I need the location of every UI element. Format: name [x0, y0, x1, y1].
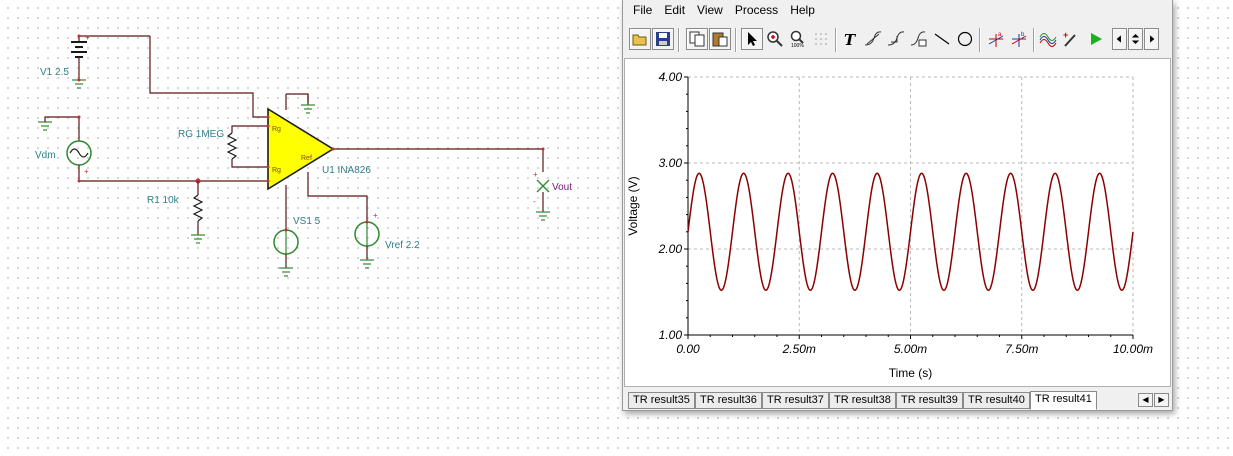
svg-text:+: +: [373, 211, 378, 220]
y-tick-label: 4.00: [659, 70, 683, 84]
slope-icon[interactable]: [885, 28, 907, 50]
y-tick-label: 3.00: [659, 156, 683, 170]
text-icon[interactable]: T: [839, 28, 861, 50]
toolbar: 100% T a b +: [623, 24, 1172, 56]
menu-file[interactable]: File: [627, 0, 658, 20]
svg-text:100%: 100%: [791, 43, 804, 48]
ground-symbol: [38, 121, 52, 131]
svg-text:+: +: [84, 167, 89, 176]
schematic-canvas[interactable]: + V1 2.5 + Vdm RG 1MEG R1 10k Rg Rg Ref …: [0, 0, 620, 456]
menu-process[interactable]: Process: [729, 0, 784, 20]
plot-area[interactable]: 0.00 2.50m 5.00m 7.50m 10.00m 1.00 2.00 3.00 4.0…: [624, 58, 1171, 387]
menu-view[interactable]: View: [691, 0, 729, 20]
analysis-window: File Edit View Process Help 100% T a b +: [622, 0, 1173, 411]
y-axis-title: Voltage (V): [626, 176, 640, 235]
run-icon[interactable]: [1085, 28, 1107, 50]
select-arrow-icon[interactable]: [741, 28, 763, 50]
svg-text:T: T: [844, 31, 857, 48]
x-tick-label: 5.00m: [894, 342, 927, 356]
tab-left-icon[interactable]: [1112, 28, 1127, 50]
ground-symbol: [360, 259, 374, 269]
x-tick-label: 10.00m: [1113, 342, 1153, 356]
tab-right-icon[interactable]: [1144, 28, 1159, 50]
y-tick-label: 1.00: [659, 328, 683, 342]
vref-label: Vref 2.2: [385, 240, 420, 251]
y-tick-label: 2.00: [658, 242, 683, 256]
tabs-scroll-right-icon[interactable]: ▶: [1154, 393, 1169, 407]
ground-symbol: [536, 211, 550, 221]
probe-icon[interactable]: +: [1060, 28, 1082, 50]
updown-icon[interactable]: [1128, 28, 1143, 50]
voltage-time-chart[interactable]: 0.00 2.50m 5.00m 7.50m 10.00m 1.00 2.00 3.00 4.0…: [625, 59, 1170, 386]
vdm-label: Vdm: [35, 150, 56, 161]
v1-label: V1 2.5: [40, 67, 69, 78]
result-tabs: TR result35 TR result36 TR result37 TR r…: [625, 390, 1170, 410]
u1-label: U1 INA826: [322, 165, 371, 176]
tab-tr-result41[interactable]: TR result41: [1030, 391, 1097, 410]
tab-tr-result37[interactable]: TR result37: [762, 392, 829, 409]
vs1-label: VS1 5: [293, 216, 321, 227]
x-tick-label: 0.00: [676, 342, 700, 356]
axes: 0.00 2.50m 5.00m 7.50m 10.00m 1.00 2.00 3.00 4.0…: [658, 70, 1153, 356]
equation-icon[interactable]: [908, 28, 930, 50]
tangent-icon[interactable]: [862, 28, 884, 50]
copy-icon[interactable]: [686, 28, 708, 50]
series-line-vout: [687, 172, 1134, 292]
svg-text:-: -: [533, 197, 536, 206]
ground-symbol: [279, 267, 293, 277]
zoom-100-icon[interactable]: 100%: [787, 28, 809, 50]
ground-symbol: [301, 104, 315, 114]
save-icon[interactable]: [652, 28, 674, 50]
vout-label: Vout: [552, 182, 572, 193]
tab-tr-result35[interactable]: TR result35: [628, 392, 695, 409]
rg-resistor[interactable]: [226, 125, 268, 168]
menu-bar: File Edit View Process Help: [623, 0, 1172, 20]
ground-symbol: [191, 234, 205, 244]
tab-tr-result36[interactable]: TR result36: [695, 392, 762, 409]
cursor-b-icon[interactable]: b: [1008, 28, 1030, 50]
grid-icon[interactable]: [810, 28, 832, 50]
zoom-in-icon[interactable]: [764, 28, 786, 50]
paste-icon[interactable]: [709, 28, 731, 50]
tabs-scroll-left-icon[interactable]: ◀: [1138, 393, 1153, 407]
wire: [149, 36, 268, 118]
r1-label: R1 10k: [147, 195, 180, 206]
tab-tr-result38[interactable]: TR result38: [829, 392, 896, 409]
line-icon[interactable]: [931, 28, 953, 50]
vs1-source[interactable]: [273, 229, 299, 268]
tab-tr-result39[interactable]: TR result39: [896, 392, 963, 409]
svg-text:+: +: [1063, 30, 1068, 40]
pin-ref: Ref: [301, 155, 312, 162]
svg-text:+: +: [533, 170, 538, 179]
waveform-icon[interactable]: [1037, 28, 1059, 50]
pin-rg-bottom: Rg: [272, 167, 281, 174]
u1-ina826[interactable]: Rg Rg Ref: [267, 93, 368, 230]
svg-text:+: +: [85, 33, 90, 42]
x-axis-title: Time (s): [889, 366, 933, 380]
rg-label: RG 1MEG: [178, 129, 224, 140]
pin-rg-top: Rg: [272, 126, 281, 133]
v1-battery[interactable]: +: [71, 33, 150, 80]
menu-help[interactable]: Help: [784, 0, 821, 20]
x-tick-label: 7.50m: [1005, 342, 1038, 356]
tab-tr-result40[interactable]: TR result40: [963, 392, 1030, 409]
r1-resistor[interactable]: [192, 181, 204, 235]
grid: [687, 76, 1134, 336]
cursor-a-icon[interactable]: a: [985, 28, 1007, 50]
vout-probe[interactable]: + -: [533, 170, 550, 212]
circle-icon[interactable]: [954, 28, 976, 50]
menu-edit[interactable]: Edit: [658, 0, 691, 20]
x-tick-label: 2.50m: [782, 342, 816, 356]
open-icon[interactable]: [629, 28, 651, 50]
